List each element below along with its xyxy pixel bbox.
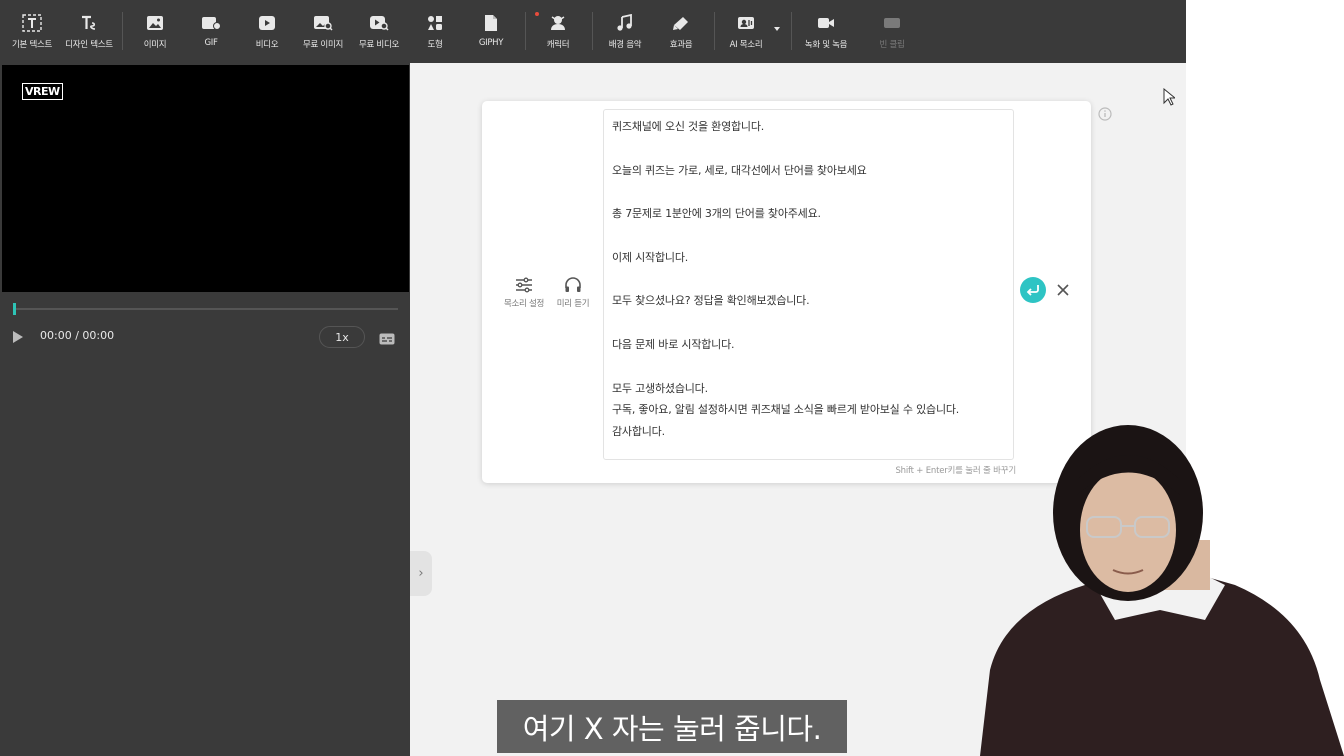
subtitle-icon: [379, 333, 395, 345]
gif-icon: [201, 12, 221, 34]
toolbar-item-label: GIF: [204, 38, 218, 48]
script-line: 모두 찾으셨나요? 정답을 확인해보겠습니다.: [612, 294, 810, 308]
toolbar-design-text-button[interactable]: 디자인 텍스트: [64, 12, 114, 52]
script-line: [612, 312, 1005, 334]
toolbar-shape-button[interactable]: 도형: [420, 12, 450, 52]
toolbar-divider: [714, 12, 715, 50]
video-subtitle-caption: 여기 X 자는 눌러 줍니다.: [497, 700, 847, 753]
script-line: 모두 고생하셨습니다.: [612, 381, 708, 395]
panel-collapse-button[interactable]: ›: [410, 551, 432, 596]
confirm-button[interactable]: [1020, 277, 1046, 303]
toolbar-item-label: 비디오: [255, 40, 279, 50]
shape-icon: [426, 12, 444, 34]
voice-settings-label: 목소리 설정: [503, 299, 544, 309]
play-icon: [13, 331, 23, 343]
toolbar: 기본 텍스트 디자인 텍스트 이미지 GIF 비디오 무료 이미지 무료 비디오…: [0, 0, 1186, 63]
toolbar-free-video-button[interactable]: 무료 비디오: [358, 12, 400, 52]
subtitle-toggle-button[interactable]: [379, 330, 395, 349]
toolbar-item-label: 녹화 및 녹음: [804, 40, 848, 50]
toolbar-item-label: 캐릭터: [546, 40, 570, 50]
script-line: 이제 시작합니다.: [612, 250, 689, 264]
voice-script-textarea[interactable]: 퀴즈채널에 오신 것을 환영합니다. 오늘의 퀴즈는 가로, 세로, 대각선에서…: [603, 109, 1014, 460]
script-line: 퀴즈채널에 오신 것을 환영합니다.: [612, 120, 765, 133]
video-preview[interactable]: VREW: [2, 65, 409, 292]
toolbar-giphy-button[interactable]: GIPHY: [474, 12, 508, 52]
preview-listen-button[interactable]: 미리 듣기: [556, 277, 590, 309]
toolbar-bgm-button[interactable]: 배경 음악: [606, 12, 644, 52]
toolbar-item-label: 이미지: [143, 40, 167, 50]
toolbar-item-label: 효과음: [669, 40, 693, 50]
toolbar-image-button[interactable]: 이미지: [140, 12, 170, 52]
script-line: 감사합니다.: [612, 425, 665, 439]
script-line: [612, 181, 1005, 203]
headphones-icon: [565, 277, 581, 292]
script-line: 총 7문제로 1분안에 3개의 단어를 찾아주세요.: [612, 207, 821, 221]
script-line: [612, 138, 1005, 160]
script-line: 오늘의 퀴즈는 가로, 세로, 대각선에서 단어를 찾아보세요: [612, 163, 867, 177]
toolbar-empty-clip-button[interactable]: 빈 클립: [876, 12, 908, 52]
timeline-scrubber-track[interactable]: [14, 308, 398, 310]
script-line: 구독, 좋아요, 알림 설정하시면 퀴즈채널 소식을 빠르게 받아보실 수 있습…: [612, 403, 960, 417]
toolbar-item-label: 기본 텍스트: [12, 40, 53, 50]
script-line: [612, 356, 1005, 378]
timeline-scrubber-handle[interactable]: [13, 303, 16, 315]
toolbar-item-label: GIPHY: [478, 38, 504, 48]
image-icon: [146, 12, 164, 34]
play-button[interactable]: [12, 329, 24, 348]
sliders-icon: [516, 277, 532, 293]
camera-icon: [817, 12, 835, 34]
toolbar-video-button[interactable]: 비디오: [252, 12, 282, 52]
toolbar-record-button[interactable]: 녹화 및 녹음: [803, 12, 849, 52]
toolbar-divider: [791, 12, 792, 50]
script-line: [612, 225, 1005, 247]
playback-time: 00:00 / 00:00: [40, 329, 115, 342]
toolbar-divider: [525, 12, 526, 50]
design-text-icon: [79, 12, 99, 34]
empty-clip-icon: [883, 12, 901, 34]
script-line: 다음 문제 바로 시작합니다.: [612, 337, 735, 351]
toolbar-item-label: 도형: [427, 40, 443, 50]
voice-settings-button[interactable]: 목소리 설정: [502, 277, 546, 309]
character-icon: [549, 12, 567, 34]
toolbar-item-label: 무료 비디오: [358, 40, 399, 50]
free-video-icon: [369, 12, 389, 34]
enter-arrow-icon: [1026, 285, 1039, 296]
mouse-cursor-icon: [1163, 87, 1177, 110]
sound-effect-icon: [672, 12, 690, 34]
toolbar-item-label: 무료 이미지: [302, 40, 343, 50]
toolbar-basic-text-button[interactable]: 기본 텍스트: [12, 12, 52, 52]
toolbar-item-label: 배경 음악: [608, 40, 642, 50]
toolbar-divider: [122, 12, 123, 50]
text-icon: [22, 12, 42, 34]
script-line: [612, 269, 1005, 291]
info-button[interactable]: [1098, 106, 1112, 125]
close-button[interactable]: [1050, 277, 1076, 303]
toolbar-ai-voice-button[interactable]: AI 목소리: [727, 12, 765, 52]
toolbar-item-label: 디자인 텍스트: [65, 40, 113, 50]
ai-voice-icon: [737, 12, 755, 34]
toolbar-character-button[interactable]: 캐릭터: [543, 12, 573, 52]
close-icon: [1057, 284, 1069, 296]
toolbar-item-label: 빈 클립: [879, 40, 905, 50]
free-image-icon: [313, 12, 333, 34]
info-icon: [1098, 107, 1112, 121]
toolbar-sound-effect-button[interactable]: 효과음: [666, 12, 696, 52]
video-icon: [258, 12, 276, 34]
ai-voice-dropdown-caret-icon[interactable]: [774, 27, 780, 31]
playback-speed-button[interactable]: 1x: [319, 326, 365, 348]
music-note-icon: [617, 12, 633, 34]
giphy-icon: [484, 12, 498, 34]
new-badge-dot: [535, 12, 539, 16]
webcam-presenter-overlay: [980, 425, 1344, 756]
toolbar-item-label: AI 목소리: [729, 40, 763, 50]
toolbar-divider: [592, 12, 593, 50]
toolbar-gif-button[interactable]: GIF: [196, 12, 226, 52]
toolbar-free-image-button[interactable]: 무료 이미지: [302, 12, 344, 52]
preview-panel: VREW 00:00 / 00:00 1x: [0, 63, 410, 756]
vrew-logo: VREW: [22, 83, 63, 100]
chevron-right-icon: ›: [418, 566, 424, 581]
preview-listen-label: 미리 듣기: [556, 299, 590, 309]
